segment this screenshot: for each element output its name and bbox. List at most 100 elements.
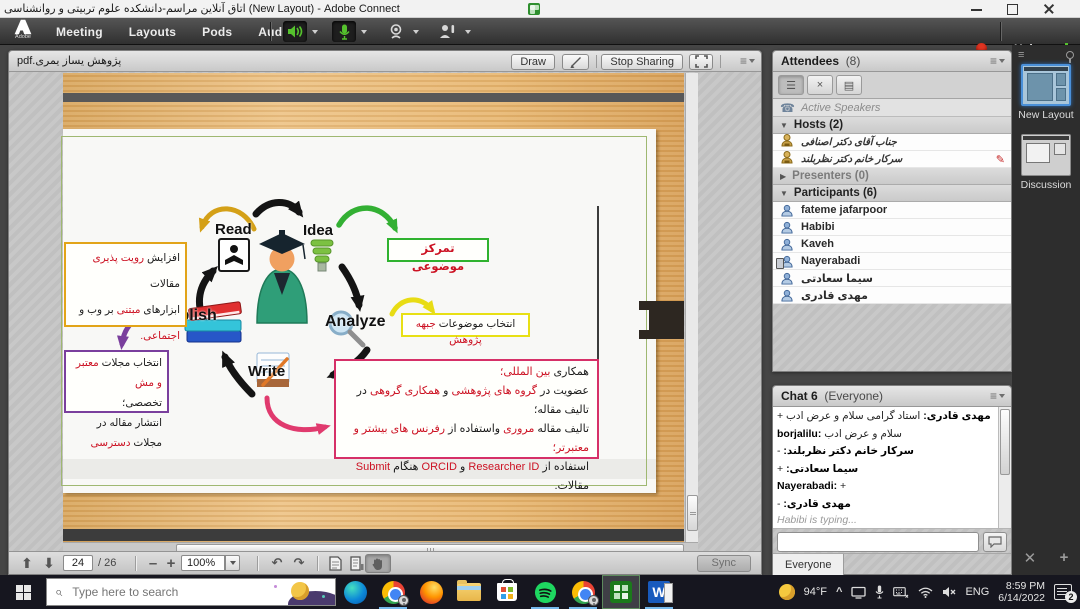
display-cast-icon[interactable] <box>851 586 866 599</box>
speaker-button[interactable] <box>283 21 307 42</box>
attendees-pod: Attendees (8) ≡ ☰ × ▤ ☎ Active Speakers … <box>772 50 1012 372</box>
participant-row[interactable]: مهدی قادری <box>773 287 1011 304</box>
menu-item[interactable]: Layouts <box>129 25 176 39</box>
hand-tool-button[interactable] <box>365 554 391 573</box>
horizontal-scrollbar[interactable] <box>63 542 698 551</box>
wifi-icon[interactable] <box>918 587 933 598</box>
taskbar-file-explorer-icon[interactable] <box>450 575 488 609</box>
page-view-button[interactable] <box>325 554 345 572</box>
keyboard-language-icon[interactable] <box>893 587 909 598</box>
start-button[interactable] <box>0 575 46 609</box>
redo-button[interactable]: ↷ <box>289 554 309 572</box>
language-indicator[interactable]: ENG <box>965 586 989 598</box>
breakout-view-button[interactable]: × <box>807 75 833 95</box>
hidden-icons-chevron[interactable]: ^ <box>836 586 842 598</box>
participant-row[interactable]: سیما سعادتی <box>773 270 1011 287</box>
chat-scrollbar[interactable] <box>998 407 1011 528</box>
vertical-scrollbar[interactable] <box>685 73 698 542</box>
draw-button[interactable]: Draw <box>511 54 555 70</box>
chat-input[interactable] <box>777 532 979 552</box>
adobe-logo-icon[interactable]: Adobe <box>6 19 40 44</box>
layout-thumbnail-discussion[interactable] <box>1021 134 1071 176</box>
layout-panel-menu[interactable]: ≡ <box>1018 49 1024 61</box>
taskbar-firefox-icon[interactable] <box>412 575 450 609</box>
chat-scrollbar-thumb[interactable] <box>1000 409 1010 475</box>
raise-hand-button[interactable] <box>434 21 460 42</box>
search-input[interactable] <box>70 584 220 600</box>
microphone-tray-icon[interactable] <box>875 585 884 599</box>
taskbar-spotify-icon[interactable] <box>526 575 564 609</box>
zoom-level-value[interactable]: 100% <box>181 555 225 571</box>
attendee-list-view-button[interactable]: ☰ <box>778 75 804 95</box>
tab-everyone[interactable]: Everyone <box>773 554 844 575</box>
chat-pod-header[interactable]: Chat 6 (Everyone) ≡ <box>773 386 1011 407</box>
chat-sender: سرکار خانم دکتر نظربلند: <box>783 445 913 457</box>
attendee-status-view-button[interactable]: ▤ <box>836 75 862 95</box>
horizontal-scrollbar-thumb[interactable] <box>176 544 684 551</box>
menubar-divider <box>1000 22 1001 41</box>
active-speakers-row[interactable]: ☎ Active Speakers <box>773 99 1011 117</box>
host-row[interactable]: جناب آقای دکتر اصنافی ✎ <box>773 134 1011 151</box>
menu-item[interactable]: Pods <box>202 25 232 39</box>
menu-items: MeetingLayoutsPodsAudio <box>56 18 293 45</box>
participant-row[interactable]: fateme jafarpoor <box>773 202 1011 219</box>
pin-icon[interactable] <box>1066 51 1074 59</box>
taskbar-word-icon[interactable]: W <box>640 575 678 609</box>
taskbar-search[interactable]: ⌕ <box>46 578 336 606</box>
stop-sharing-button[interactable]: Stop Sharing <box>601 54 683 70</box>
chat-messages: مهدی قادری: استاد گرامی سلام و عرض ادب +… <box>777 410 995 515</box>
zoom-in-button[interactable]: + <box>161 554 181 572</box>
idea-label: Idea <box>303 222 333 239</box>
minimize-button[interactable] <box>962 0 992 17</box>
undo-button[interactable]: ↶ <box>267 554 287 572</box>
weather-moon-icon[interactable] <box>779 584 795 600</box>
webcam-button[interactable] <box>384 21 408 42</box>
participant-row[interactable]: Nayerabadi <box>773 253 1011 270</box>
presenters-section-header[interactable]: ▶Presenters (0) <box>773 168 1011 185</box>
volume-muted-icon[interactable] <box>942 586 956 598</box>
vertical-scrollbar-thumb[interactable] <box>687 495 698 531</box>
taskbar-microsoft-store-icon[interactable] <box>488 575 526 609</box>
participants-section-header[interactable]: ▼Participants (6) <box>773 185 1011 202</box>
zoom-out-button[interactable]: – <box>143 554 163 572</box>
visibility-textbox: افزایش رویت پذیری مقالات ابزارهای مبتنی … <box>64 242 187 327</box>
notification-center-icon[interactable]: 2 <box>1054 584 1072 600</box>
zoom-dropdown[interactable] <box>225 555 240 571</box>
close-button[interactable] <box>1034 0 1064 17</box>
next-page-button[interactable]: ⬇ <box>39 554 59 572</box>
send-message-button[interactable] <box>983 532 1007 552</box>
taskbar-chrome-icon[interactable] <box>374 575 412 609</box>
share-pod-header[interactable]: پژوهش یساز یمری.pdf Draw Stop Sharing ≡ <box>9 51 761 72</box>
page-number-input[interactable] <box>63 555 93 571</box>
participant-row[interactable]: Habibi <box>773 219 1011 236</box>
taskbar-clock[interactable]: 8:59 PM 6/14/2022 <box>998 580 1045 604</box>
weather-temperature[interactable]: 94°F <box>804 586 827 598</box>
attendees-options-menu[interactable]: ≡ <box>990 54 1005 68</box>
add-layout-button[interactable]: + <box>1060 549 1069 567</box>
taskbar-edge-icon[interactable] <box>336 575 374 609</box>
webcam-dropdown[interactable] <box>409 21 423 42</box>
delete-layout-button[interactable]: ✕ <box>1024 549 1037 567</box>
maximize-button[interactable] <box>998 0 1028 17</box>
menu-item[interactable]: Meeting <box>56 25 103 39</box>
microphone-button[interactable] <box>332 21 356 42</box>
participant-row[interactable]: Kaveh <box>773 236 1011 253</box>
previous-page-button[interactable]: ⬆ <box>17 554 37 572</box>
pointer-pen-button[interactable] <box>562 54 589 70</box>
taskbar-chrome-profile-icon[interactable] <box>564 575 602 609</box>
hosts-section-header[interactable]: ▼Hosts (2) <box>773 117 1011 134</box>
host-row[interactable]: سرکار خانم دکتر نظربلند ✎ <box>773 151 1011 168</box>
attendee-name: سیما سعادتی <box>801 272 873 285</box>
attendees-pod-header[interactable]: Attendees (8) ≡ <box>773 51 1011 72</box>
raise-hand-dropdown[interactable] <box>461 21 475 42</box>
taskbar-adobe-connect-icon[interactable] <box>602 575 640 609</box>
participant-icon <box>780 221 794 234</box>
speaker-dropdown[interactable] <box>308 21 322 42</box>
layout-thumbnail-new-layout[interactable] <box>1021 64 1071 106</box>
page-layout-button[interactable] <box>347 554 367 572</box>
chat-options-menu[interactable]: ≡ <box>990 389 1005 403</box>
microphone-dropdown[interactable] <box>357 21 371 42</box>
sync-button[interactable]: Sync <box>697 555 751 572</box>
fullscreen-button[interactable] <box>689 54 713 70</box>
pod-options-menu[interactable]: ≡ <box>740 54 755 68</box>
